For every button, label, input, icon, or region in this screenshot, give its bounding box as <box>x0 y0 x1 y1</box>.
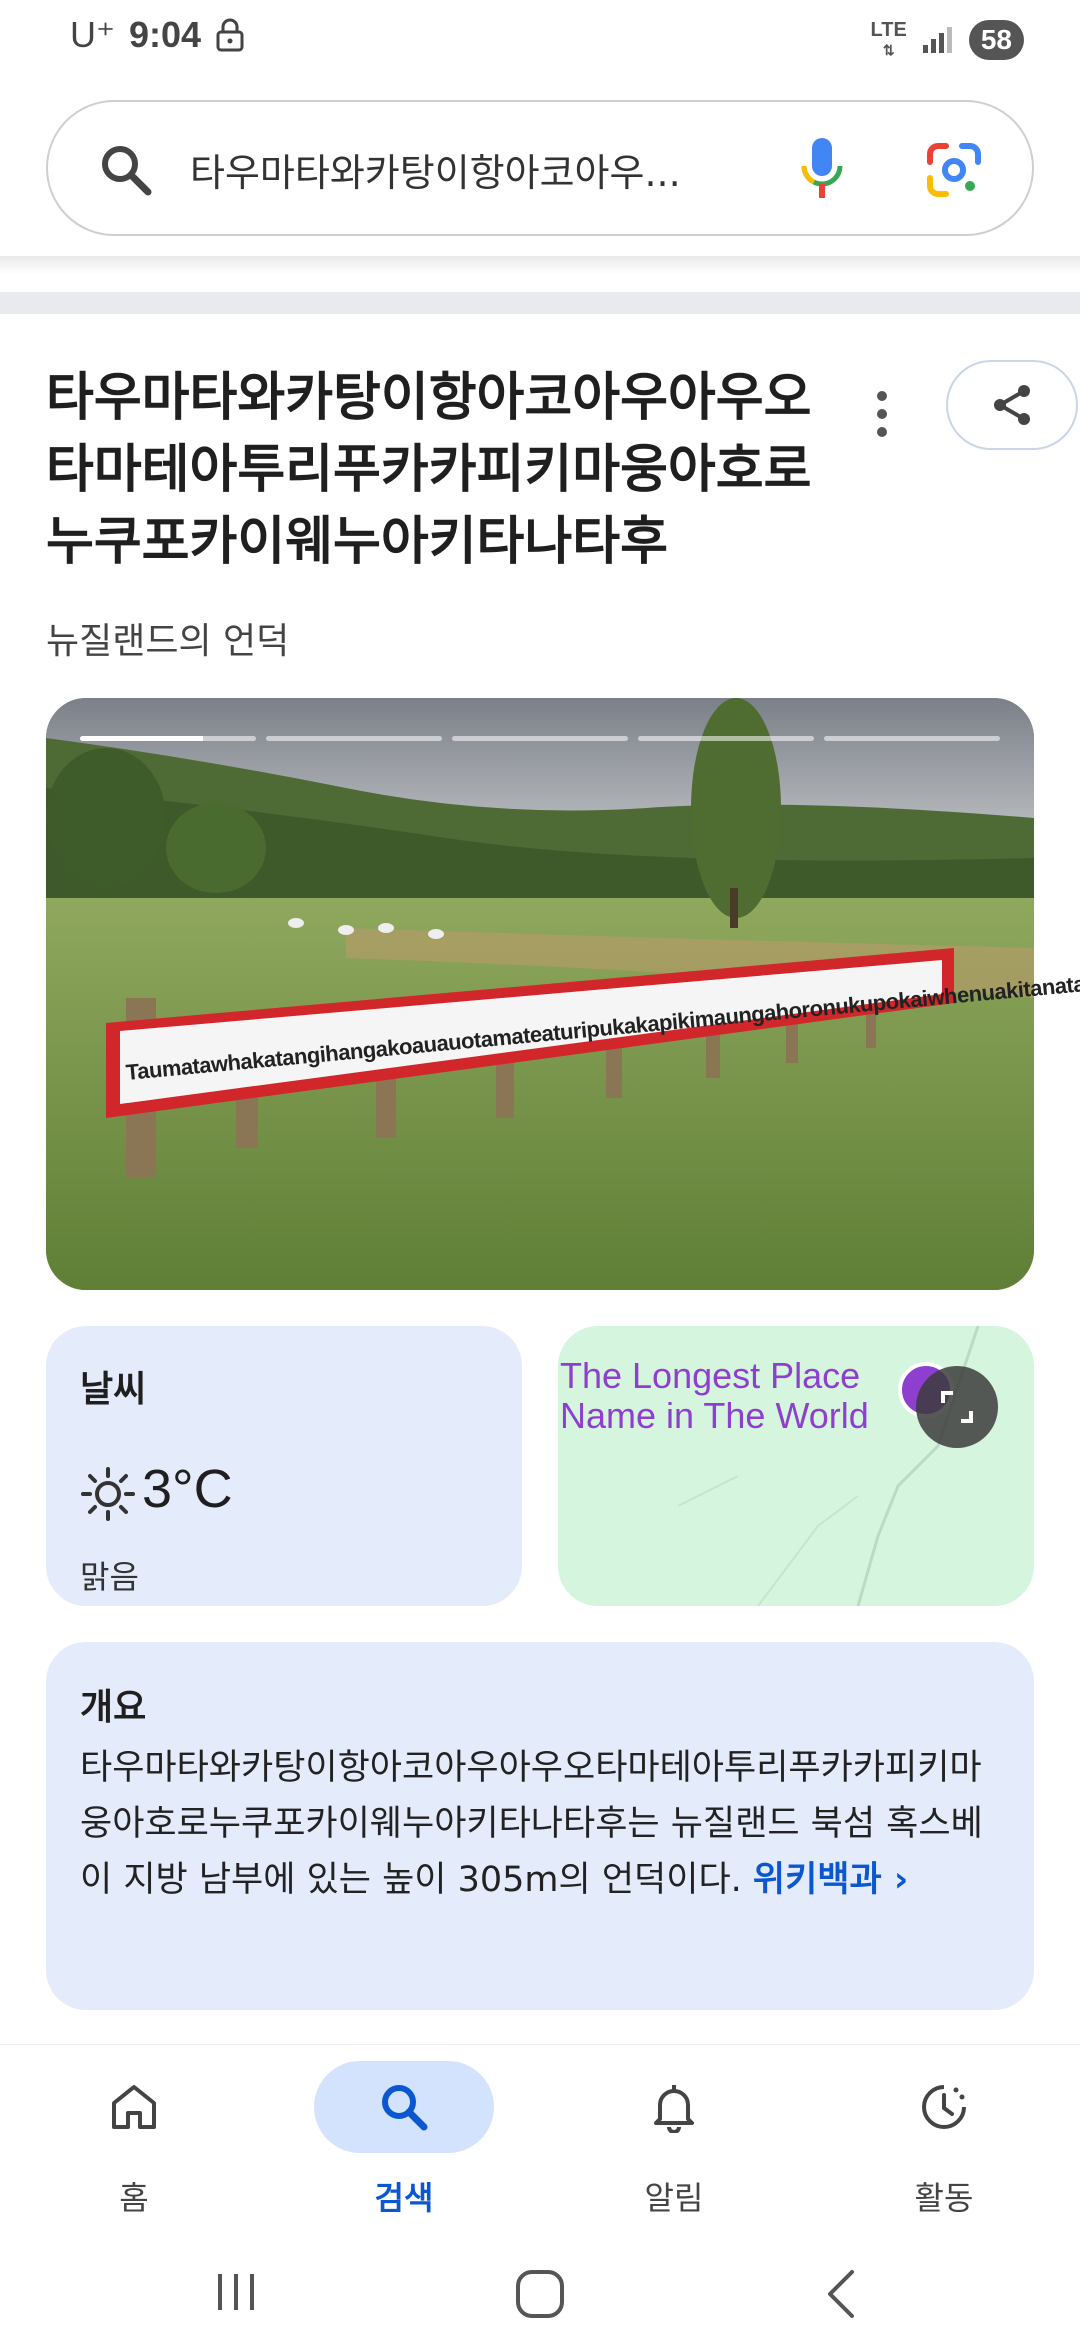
more-options-button[interactable] <box>862 384 902 444</box>
nav-notifications[interactable]: 알림 <box>584 2061 764 2219</box>
status-left: U⁺ 9:04 <box>70 14 245 56</box>
carousel-dot <box>824 736 1000 741</box>
carousel-dot <box>452 736 628 741</box>
search-icon <box>382 2085 428 2131</box>
section-divider <box>0 292 1080 314</box>
carousel-dot <box>266 736 442 741</box>
home-icon <box>112 2085 156 2129</box>
nav-activity-label: 활동 <box>914 2179 974 2217</box>
entity-subtitle: 뉴질랜드의 언덕 <box>46 621 290 662</box>
weather-temperature: 3°C <box>142 1459 233 1519</box>
entity-title: 타우마타와카탕이항아코아우아우오타마테아투리푸카카피키마웅아호로누쿠포카이웨누아… <box>46 368 812 572</box>
carrier-label: U⁺ <box>70 14 115 55</box>
weather-condition: 맑음 <box>80 1558 139 1596</box>
status-right: LTE ⇅ 58 <box>871 20 1024 60</box>
weather-card[interactable]: 날씨 3°C 맑음 <box>46 1326 522 1606</box>
search-shadow <box>0 256 1080 274</box>
history-icon <box>922 2085 966 2129</box>
share-icon <box>994 385 1030 425</box>
nav-search[interactable]: 검색 <box>314 2061 494 2219</box>
expand-map-button[interactable] <box>916 1366 998 1448</box>
carousel-progress <box>80 736 1000 741</box>
more-vert-icon[interactable] <box>862 384 902 444</box>
overview-text-block: 타우마타와카탕이항아코아우아우오타마테아투리푸카카피키마웅아호로누쿠포카이웨누아… <box>80 1740 1010 1908</box>
mic-icon[interactable] <box>800 136 844 204</box>
overview-card: 개요 타우마타와카탕이항아코아우아우오타마테아투리푸카카피키마웅아호로누쿠포카이… <box>46 1642 1034 2010</box>
network-type: LTE <box>870 19 907 41</box>
carousel-dot <box>638 736 814 741</box>
overview-label: 개요 <box>80 1687 147 1728</box>
recent-apps-icon[interactable] <box>212 2268 260 2316</box>
nav-home[interactable]: 홈 <box>44 2061 224 2219</box>
clock: 9:04 <box>129 14 202 55</box>
nav-home-pill <box>44 2061 224 2153</box>
nav-notifications-pill <box>584 2061 764 2153</box>
nav-activity-pill <box>854 2061 1034 2153</box>
nav-search-label: 검색 <box>374 2179 434 2217</box>
wikipedia-link[interactable]: 위키백과 › <box>753 1860 908 1900</box>
nav-search-pill <box>314 2061 494 2153</box>
share-button[interactable] <box>946 360 1078 450</box>
sun-icon <box>81 1467 135 1521</box>
back-icon[interactable] <box>822 2268 862 2320</box>
fullscreen-icon <box>941 1391 973 1423</box>
lens-icon[interactable] <box>926 142 982 198</box>
search-icon[interactable] <box>98 142 154 198</box>
map-card[interactable]: The Longest Place Name in The World <box>558 1326 1034 1606</box>
status-bar: U⁺ 9:04 LTE ⇅ 58 <box>0 0 1080 84</box>
search-input[interactable]: 타우마타와카탕이항아코아우... <box>190 142 790 197</box>
search-bar[interactable]: 타우마타와카탕이항아코아우... <box>46 100 1034 236</box>
home-button-icon[interactable] <box>514 2268 566 2320</box>
bottom-navigation: 홈 검색 알림 활동 <box>0 2044 1080 2244</box>
signal-icon <box>922 27 952 53</box>
nav-activity[interactable]: 활동 <box>854 2061 1034 2219</box>
bell-icon <box>654 2085 694 2133</box>
map-place-label: The Longest Place Name in The World <box>560 1355 869 1436</box>
lock-icon <box>216 18 244 52</box>
nav-notifications-label: 알림 <box>644 2179 704 2217</box>
lte-indicator: LTE ⇅ <box>870 19 907 58</box>
battery-indicator: 58 <box>968 20 1024 60</box>
system-navigation-bar <box>0 2244 1080 2340</box>
nav-home-label: 홈 <box>119 2179 149 2217</box>
carousel-dot <box>80 736 256 741</box>
weather-label: 날씨 <box>80 1369 147 1410</box>
